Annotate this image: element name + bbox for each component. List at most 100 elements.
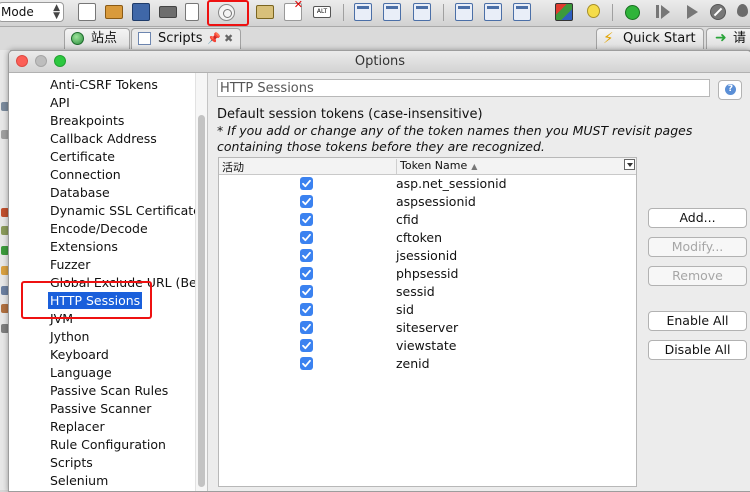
modify-button[interactable]: Modify... xyxy=(648,237,747,257)
tab-scripts[interactable]: Scripts 📌 ✖ xyxy=(131,28,241,49)
tokens-description: Default session tokens (case-insensitive… xyxy=(217,107,483,122)
lightbulb-icon[interactable] xyxy=(584,3,602,21)
tab-sites[interactable]: 站点 xyxy=(64,28,130,49)
continue-icon[interactable] xyxy=(682,3,700,21)
snapshot-icon[interactable] xyxy=(159,6,177,18)
table-row[interactable]: aspsessionid xyxy=(219,193,636,211)
table-header: 活动 Token Name ▲ xyxy=(219,158,636,175)
tab-label: 请 xyxy=(733,31,747,46)
manage-addons-icon[interactable] xyxy=(256,5,274,19)
table-row[interactable]: sessid xyxy=(219,283,636,301)
table-row[interactable]: viewstate xyxy=(219,337,636,355)
tree-item[interactable]: Fuzzer xyxy=(48,256,92,273)
layout-top-icon[interactable] xyxy=(383,3,401,21)
token-name-cell: jsessionid xyxy=(396,248,458,263)
token-name-cell: viewstate xyxy=(396,338,457,353)
close-icon[interactable]: ✖ xyxy=(224,29,233,49)
token-name-cell: sid xyxy=(396,302,414,317)
tree-item[interactable]: Certificate xyxy=(48,148,117,165)
active-checkbox[interactable] xyxy=(300,231,313,244)
window-view-icon[interactable] xyxy=(513,3,531,21)
tree-item[interactable]: Scripts xyxy=(48,454,95,471)
column-control-icon[interactable] xyxy=(624,159,635,170)
tab-request[interactable]: ➜ 请 xyxy=(706,28,750,49)
table-row[interactable]: siteserver xyxy=(219,319,636,337)
options-gear-icon[interactable] xyxy=(218,4,235,21)
lightning-icon: ⚡ xyxy=(603,29,614,47)
active-checkbox[interactable] xyxy=(300,339,313,352)
tree-item[interactable]: Jython xyxy=(48,328,91,345)
mode-select[interactable]: Mode ▲ ▼ xyxy=(0,2,64,22)
tree-item[interactable]: Encode/Decode xyxy=(48,220,150,237)
table-row[interactable]: zenid xyxy=(219,355,636,373)
pin-icon[interactable]: 📌 xyxy=(207,29,221,49)
column-header-active[interactable]: 活动 xyxy=(222,159,244,175)
table-row[interactable]: jsessionid xyxy=(219,247,636,265)
tree-scrollbar-thumb[interactable] xyxy=(198,115,205,487)
toolbar-separator xyxy=(612,4,613,21)
tree-item[interactable]: Language xyxy=(48,364,114,381)
tree-item[interactable]: Passive Scanner xyxy=(48,400,153,417)
table-row[interactable]: cftoken xyxy=(219,229,636,247)
tree-item[interactable]: Anti-CSRF Tokens xyxy=(48,76,160,93)
add-button[interactable]: Add... xyxy=(648,208,747,228)
tree-item[interactable]: Keyboard xyxy=(48,346,111,363)
tree-item[interactable]: Dynamic SSL Certificates xyxy=(48,202,207,219)
tree-scrollbar[interactable] xyxy=(195,73,207,491)
active-checkbox[interactable] xyxy=(300,195,313,208)
active-checkbox[interactable] xyxy=(300,357,313,370)
active-checkbox[interactable] xyxy=(300,321,313,334)
table-row[interactable]: sid xyxy=(219,301,636,319)
open-session-icon[interactable] xyxy=(105,5,123,19)
column-header-token-name[interactable]: Token Name ▲ xyxy=(396,159,630,174)
break-on-all-icon[interactable] xyxy=(625,5,640,20)
tag-icon[interactable]: ALT xyxy=(313,6,331,18)
tree-item[interactable]: Database xyxy=(48,184,112,201)
bucket-icon[interactable] xyxy=(734,3,750,21)
token-name-cell: cfid xyxy=(396,212,419,227)
tree-item[interactable]: API xyxy=(48,94,72,111)
help-button[interactable] xyxy=(718,80,742,100)
main-toolbar: Mode ▲▼ ALT xyxy=(0,0,750,27)
tree-item[interactable]: Connection xyxy=(48,166,123,183)
tab-quick-start[interactable]: ⚡ Quick Start xyxy=(596,28,704,49)
disable-all-button[interactable]: Disable All xyxy=(648,340,747,360)
token-name-cell: aspsessionid xyxy=(396,194,476,209)
layout-left-icon[interactable] xyxy=(354,3,372,21)
tree-item[interactable]: Callback Address xyxy=(48,130,159,147)
section-title: HTTP Sessions xyxy=(217,79,710,97)
session-tokens-table: 活动 Token Name ▲ asp.net_sessionid aspsessi… xyxy=(218,157,637,487)
table-row[interactable]: phpsessid xyxy=(219,265,636,283)
active-checkbox[interactable] xyxy=(300,285,313,298)
active-checkbox[interactable] xyxy=(300,267,313,280)
panel-view-icon[interactable] xyxy=(455,3,473,21)
tree-item[interactable]: Rule Configuration xyxy=(48,436,168,453)
tab-view-icon[interactable] xyxy=(484,3,502,21)
table-row[interactable]: cfid xyxy=(219,211,636,229)
enable-all-button[interactable]: Enable All xyxy=(648,311,747,331)
active-checkbox[interactable] xyxy=(300,249,313,262)
tree-item[interactable]: Passive Scan Rules xyxy=(48,382,170,399)
active-checkbox[interactable] xyxy=(300,213,313,226)
active-checkbox[interactable] xyxy=(300,303,313,316)
tree-item[interactable]: Selenium xyxy=(48,472,110,489)
tab-label: Quick Start xyxy=(623,31,696,46)
new-session-icon[interactable] xyxy=(78,3,96,21)
remove-button[interactable]: Remove xyxy=(648,266,747,286)
tree-item[interactable]: Extensions xyxy=(48,238,120,255)
scan-policy-icon[interactable] xyxy=(555,3,573,21)
mode-select-value: Mode xyxy=(1,5,34,19)
properties-icon[interactable] xyxy=(185,3,199,21)
remove-icon[interactable] xyxy=(284,0,303,21)
table-row[interactable]: asp.net_sessionid xyxy=(219,175,636,193)
active-checkbox[interactable] xyxy=(300,177,313,190)
tree-item[interactable]: Breakpoints xyxy=(48,112,126,129)
drop-icon[interactable] xyxy=(710,4,726,20)
layout-full-icon[interactable] xyxy=(413,3,431,21)
sort-ascending-icon: ▲ xyxy=(471,162,478,171)
scripts-icon xyxy=(138,32,151,45)
step-icon[interactable] xyxy=(653,3,671,21)
save-session-icon[interactable] xyxy=(132,3,150,21)
tab-strip: 站点 Scripts 📌 ✖ ⚡ Quick Start ➜ 请 xyxy=(0,27,750,51)
tree-item[interactable]: Replacer xyxy=(48,418,107,435)
